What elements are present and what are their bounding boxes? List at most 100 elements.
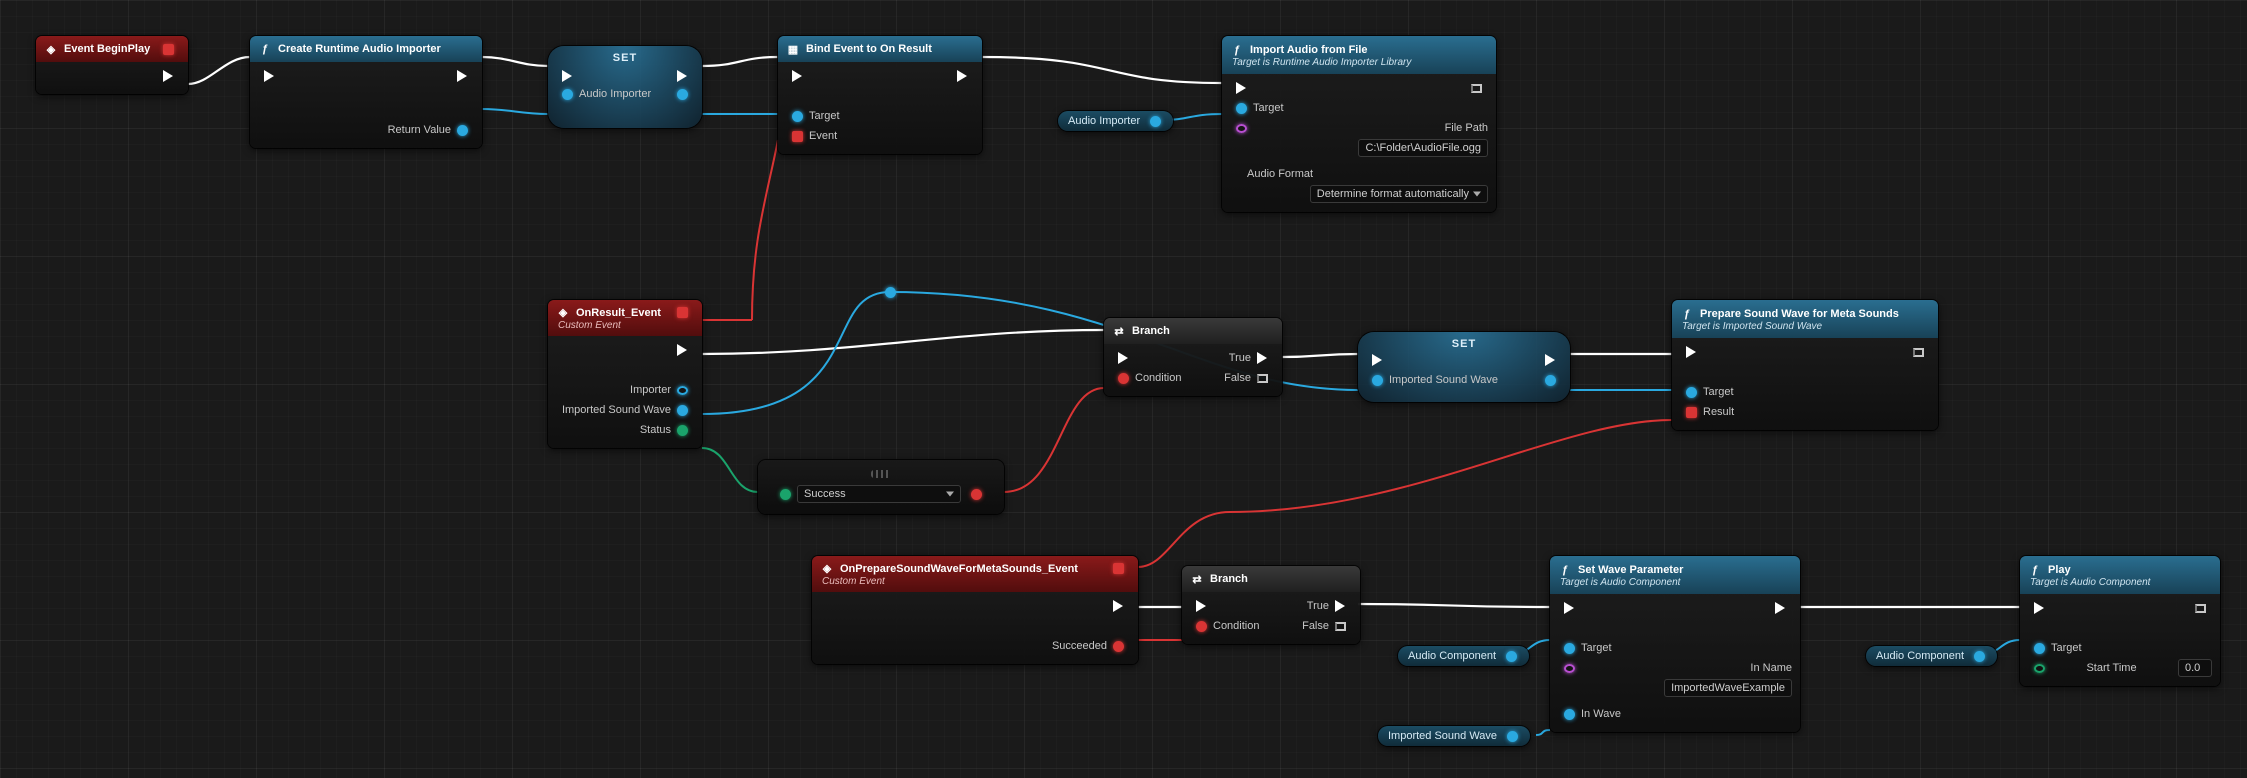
target-pin[interactable] [1564, 643, 1575, 654]
node-subtitle: Target is Audio Component [2030, 577, 2150, 588]
node-create-importer[interactable]: ƒ Create Runtime Audio Importer Return V… [250, 36, 482, 148]
delegate-pin[interactable] [163, 44, 174, 55]
value-pin[interactable] [1150, 116, 1161, 127]
value-in-pin[interactable] [562, 89, 573, 100]
inwave-pin[interactable] [1564, 709, 1575, 720]
true-pin[interactable] [1257, 352, 1268, 364]
exec-in-pin[interactable] [792, 70, 803, 82]
function-icon: ƒ [1558, 563, 1572, 577]
exec-out-pin[interactable] [1913, 348, 1924, 357]
target-pin[interactable] [2034, 643, 2045, 654]
exec-in-pin[interactable] [1564, 602, 1575, 614]
node-play[interactable]: ƒ Play Target is Audio Component Target … [2020, 556, 2220, 686]
exec-out-pin[interactable] [1471, 84, 1482, 93]
starttime-pin[interactable] [2034, 664, 2045, 673]
bool-out-pin[interactable] [971, 489, 982, 500]
exec-out-pin[interactable] [457, 70, 468, 82]
node-set-wave-parameter[interactable]: ƒ Set Wave Parameter Target is Audio Com… [1550, 556, 1800, 732]
node-title: OnResult_Event [576, 307, 661, 319]
delegate-pin[interactable] [1113, 563, 1124, 574]
exec-in-pin[interactable] [1196, 600, 1207, 612]
node-onresult-event[interactable]: ◈ OnResult_Event Custom Event Importer I… [548, 300, 702, 448]
false-pin[interactable] [1335, 622, 1346, 631]
filepath-pin[interactable] [1236, 124, 1247, 133]
function-icon: ƒ [258, 42, 272, 56]
node-branch-1[interactable]: ⇄ Branch True Condition False [1104, 318, 1282, 396]
pin-label: Imported Sound Wave [1389, 374, 1539, 386]
exec-out-pin[interactable] [1545, 354, 1556, 366]
exec-in-pin[interactable] [1118, 352, 1129, 364]
false-pin[interactable] [1257, 374, 1268, 383]
enum-in-pin[interactable] [780, 489, 791, 500]
status-pin[interactable] [677, 425, 688, 436]
node-title: Prepare Sound Wave for Meta Sounds [1700, 308, 1899, 320]
value-pin[interactable] [1974, 651, 1985, 662]
soundwave-pin[interactable] [677, 405, 688, 416]
filepath-input[interactable]: C:\Folder\AudioFile.ogg [1358, 139, 1488, 157]
importer-pin[interactable] [677, 386, 688, 395]
node-set-audioimporter[interactable]: SET Audio Importer [548, 46, 702, 128]
delegate-pin[interactable] [677, 307, 688, 318]
exec-out-pin[interactable] [1113, 600, 1124, 612]
value-in-pin[interactable] [1372, 375, 1383, 386]
drag-grip[interactable] [871, 470, 891, 478]
exec-in-pin[interactable] [2034, 602, 2045, 614]
exec-in-pin[interactable] [1372, 354, 1383, 366]
value-pin[interactable] [1507, 731, 1518, 742]
return-pin[interactable] [457, 125, 468, 136]
node-branch-2[interactable]: ⇄ Branch True Condition False [1182, 566, 1360, 644]
exec-in-pin[interactable] [264, 70, 275, 82]
enum-dropdown[interactable]: Success [797, 485, 961, 503]
true-pin[interactable] [1335, 600, 1346, 612]
exec-out-pin[interactable] [1775, 602, 1786, 614]
reroute-soundwave[interactable] [883, 285, 897, 299]
target-pin[interactable] [1686, 387, 1697, 398]
node-prepare-soundwave[interactable]: ƒ Prepare Sound Wave for Meta Sounds Tar… [1672, 300, 1938, 430]
inname-input[interactable]: ImportedWaveExample [1664, 679, 1792, 697]
node-enum-equal[interactable]: Success [758, 460, 1004, 514]
exec-out-pin[interactable] [957, 70, 968, 82]
node-set-soundwave[interactable]: SET Imported Sound Wave [1358, 332, 1570, 402]
condition-pin[interactable] [1196, 621, 1207, 632]
exec-in-pin[interactable] [1236, 82, 1247, 94]
pin-label: False [1193, 372, 1251, 384]
exec-in-pin[interactable] [562, 70, 573, 82]
var-audio-component-2[interactable]: Audio Component [1866, 646, 1997, 666]
starttime-input[interactable]: 0.0 [2178, 659, 2212, 677]
node-bind-event[interactable]: ▦ Bind Event to On Result Target Event [778, 36, 982, 154]
node-import-audio[interactable]: ƒ Import Audio from File Target is Runti… [1222, 36, 1496, 212]
value-pin[interactable] [1506, 651, 1517, 662]
pin-label: Audio Format [1247, 168, 1313, 180]
exec-out-pin[interactable] [677, 70, 688, 82]
event-icon: ◈ [820, 562, 834, 576]
node-event-beginplay[interactable]: ◈ Event BeginPlay [36, 36, 188, 94]
node-onprepare-event[interactable]: ◈ OnPrepareSoundWaveForMetaSounds_Event … [812, 556, 1138, 664]
format-dropdown[interactable]: Determine format automatically [1310, 185, 1488, 203]
target-pin[interactable] [792, 111, 803, 122]
node-title: Branch [1132, 325, 1170, 337]
node-subtitle: Target is Runtime Audio Importer Library [1232, 57, 1411, 68]
var-audio-component-1[interactable]: Audio Component [1398, 646, 1529, 666]
var-imported-sound-wave[interactable]: Imported Sound Wave [1378, 726, 1530, 746]
pin-label: Return Value [355, 124, 452, 136]
exec-in-pin[interactable] [1686, 346, 1697, 358]
node-title: Play [2048, 564, 2071, 576]
condition-pin[interactable] [1118, 373, 1129, 384]
inname-pin[interactable] [1564, 664, 1575, 673]
succeeded-pin[interactable] [1113, 641, 1124, 652]
value-out-pin[interactable] [1545, 375, 1556, 386]
function-icon: ƒ [1680, 307, 1694, 321]
exec-out-pin[interactable] [677, 344, 688, 356]
pin-label: File Path [1445, 122, 1488, 134]
set-title: SET [1358, 332, 1570, 350]
exec-out-pin[interactable] [163, 70, 174, 82]
var-audio-importer[interactable]: Audio Importer [1058, 111, 1173, 131]
value-out-pin[interactable] [677, 89, 688, 100]
target-pin[interactable] [1236, 103, 1247, 114]
event-pin[interactable] [792, 131, 803, 142]
exec-out-pin[interactable] [2195, 604, 2206, 613]
pin-label: In Wave [1581, 708, 1792, 720]
result-pin[interactable] [1686, 407, 1697, 418]
branch-icon: ⇄ [1190, 572, 1204, 586]
node-title: Set Wave Parameter [1578, 564, 1683, 576]
